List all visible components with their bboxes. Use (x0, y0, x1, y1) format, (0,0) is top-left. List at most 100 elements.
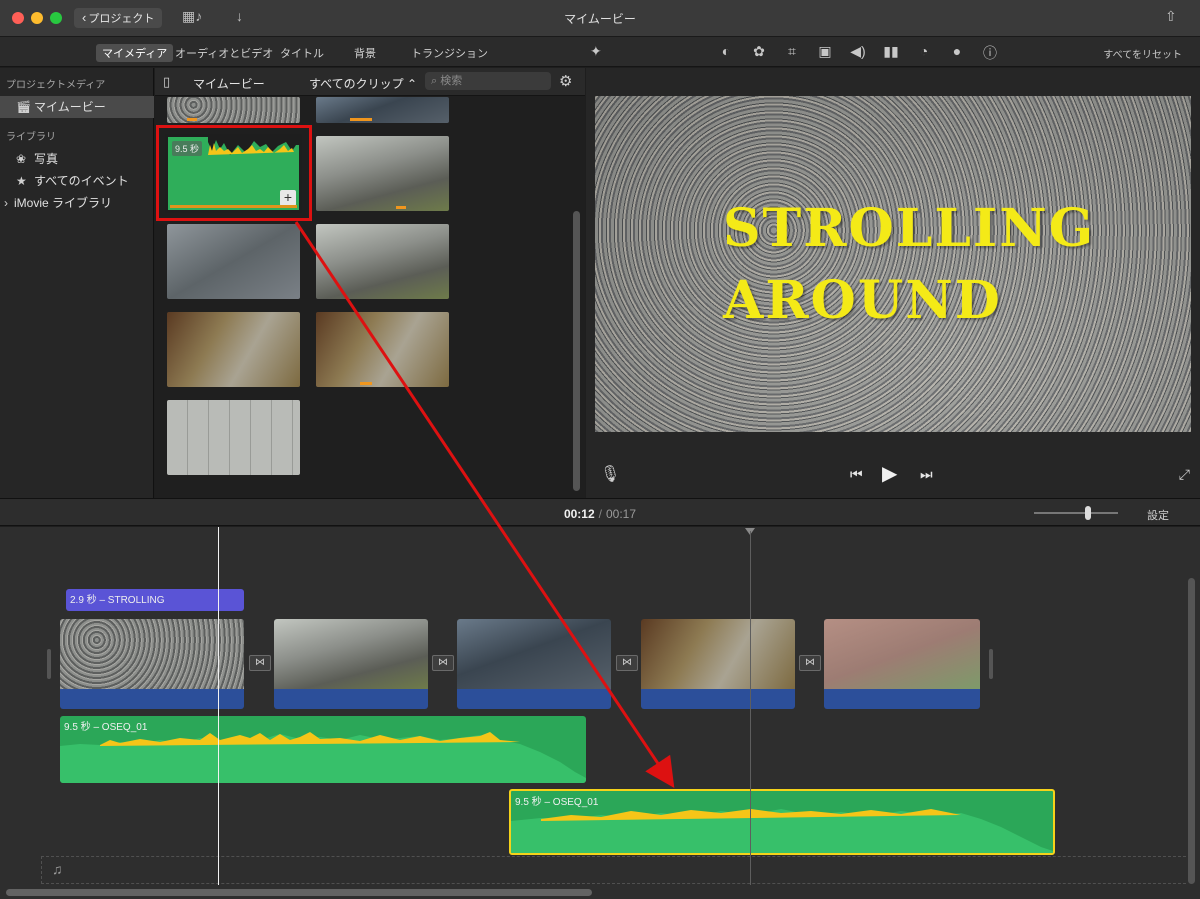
tab-my-media[interactable]: マイメディア (96, 44, 174, 62)
audio-clip-selected[interactable]: 9.5 秒 – OSEQ_01 (509, 789, 1055, 855)
highlight-box (156, 125, 312, 221)
sidebar-item-all-events[interactable]: ★ すべてのイベント (0, 170, 154, 192)
video-clip[interactable] (824, 619, 980, 709)
timeline-start-grip[interactable] (47, 649, 51, 679)
title-overlay-text: STROLLING AROUND (723, 193, 1095, 337)
crop-icon[interactable]: ⌗ (782, 43, 802, 61)
tab-audio-video[interactable]: オーディオとビデオ (175, 45, 273, 61)
star-icon: ★ (16, 174, 27, 188)
noise-reduction-icon[interactable]: ● (947, 43, 967, 61)
total-time: 00:17 (606, 507, 637, 521)
photos-icon: ❀ (16, 152, 27, 166)
audio-clip-label: 9.5 秒 – OSEQ_01 (64, 722, 148, 733)
clip-audio-bar (274, 689, 428, 709)
video-preview: STROLLING AROUND (595, 96, 1191, 432)
timeline-header: 00:12/ 00:17 設定 (0, 498, 1200, 526)
timeline-horizontal-scrollbar[interactable] (6, 889, 592, 896)
sidebar-item-label: 写真 (34, 152, 59, 166)
audio-clip[interactable]: 9.5 秒 – OSEQ_01 (60, 716, 586, 783)
library-heading: ライブラリ (6, 132, 56, 143)
color-correction-icon[interactable]: ✿ (749, 43, 769, 61)
title-line-2: AROUND (723, 270, 1002, 331)
background-music-well[interactable]: ♫ (41, 856, 1186, 884)
stabilization-icon[interactable]: ▣ (815, 43, 835, 61)
title-line-1: STROLLING (723, 198, 1096, 259)
tab-backgrounds[interactable]: 背景 (354, 45, 376, 61)
fullscreen-icon[interactable]: ⤢ (1179, 466, 1190, 483)
media-thumbnail[interactable] (316, 224, 449, 299)
transition-icon[interactable]: ⋈ (432, 655, 454, 671)
title-bar: ‹ プロジェクト ▦♪ ↓ マイムービー ⇧ (0, 0, 1200, 37)
playhead[interactable] (218, 527, 219, 885)
gear-icon[interactable]: ⚙ (559, 72, 572, 90)
info-icon[interactable]: ⓘ (980, 43, 1000, 61)
browser-title: マイムービー (193, 77, 265, 91)
video-clip[interactable] (60, 619, 244, 709)
media-thumbnail[interactable] (316, 97, 449, 123)
zoom-slider-knob[interactable] (1084, 506, 1091, 520)
volume-icon[interactable]: ◀) (848, 43, 868, 61)
video-clip[interactable] (457, 619, 611, 709)
color-balance-icon[interactable]: ◐ (716, 43, 736, 61)
tab-transitions[interactable]: トランジション (411, 45, 488, 61)
music-note-icon: ♫ (52, 861, 63, 877)
speed-icon[interactable]: ◔ (914, 43, 934, 61)
sidebar-item-label: iMovie ライブラリ (14, 196, 113, 210)
equalizer-icon[interactable]: ▮▮ (881, 43, 901, 61)
used-marker (396, 206, 406, 209)
project-media-heading: プロジェクトメディア (6, 80, 106, 91)
sidebar-item-imovie-library[interactable]: › iMovie ライブラリ (0, 192, 154, 214)
sidebar-toggle-icon[interactable]: ▯ (163, 74, 170, 90)
updown-chevron-icon: ⌃ (407, 77, 418, 91)
used-marker (187, 118, 197, 121)
transition-icon[interactable]: ⋈ (616, 655, 638, 671)
sidebar-item-my-movie[interactable]: 🎬︎ マイムービー (0, 96, 154, 118)
used-marker (350, 118, 372, 121)
sidebar-item-photos[interactable]: ❀ 写真 (0, 148, 154, 170)
used-marker (360, 382, 372, 385)
clip-filter-dropdown[interactable]: すべてのクリップ ⌃ (309, 75, 417, 92)
media-thumbnail[interactable] (167, 312, 300, 387)
video-clip[interactable] (641, 619, 795, 709)
magic-wand-icon[interactable]: ✦ (590, 43, 602, 60)
transition-icon[interactable]: ⋈ (799, 655, 821, 671)
skip-forward-icon[interactable]: ⏭︎ (920, 466, 933, 483)
sidebar-item-label: すべてのイベント (34, 174, 129, 188)
search-input[interactable]: ⌕ 検索 (425, 72, 551, 90)
viewer-panel: STROLLING AROUND 🎙︎ ⏮︎ ▶ ⏭︎ ⤢ (586, 68, 1200, 498)
media-thumbnail[interactable] (316, 312, 449, 387)
media-thumbnail[interactable] (316, 136, 449, 211)
clip-filter-label: すべてのクリップ (309, 77, 404, 91)
window-title: マイムービー (564, 12, 636, 26)
share-icon[interactable]: ⇧ (1165, 8, 1177, 25)
audio-clip-label: 9.5 秒 – OSEQ_01 (515, 797, 599, 808)
timecode: 00:12/ 00:17 (0, 507, 1200, 521)
adjustment-toolbar: ◐ ✿ ⌗ ▣ ◀) ▮▮ ◔ ● ⓘ (716, 43, 1000, 61)
video-clip[interactable] (274, 619, 428, 709)
settings-button[interactable]: 設定 (1147, 507, 1169, 523)
title-clip-label: 2.9 秒 – STROLLING (70, 595, 165, 606)
browser-header: ▯ マイムービー すべてのクリップ ⌃ ⌕ 検索 ⚙ (155, 68, 585, 96)
browser-scrollbar[interactable] (573, 211, 580, 491)
tab-titles[interactable]: タイトル (280, 45, 324, 61)
microphone-icon[interactable]: 🎙︎ (600, 464, 620, 484)
transition-icon[interactable]: ⋈ (249, 655, 271, 671)
reset-all-button[interactable]: すべてをリセット (1103, 46, 1182, 61)
browser-toolbar: マイメディア オーディオとビデオ タイトル 背景 トランジション ✦ ◐ ✿ ⌗… (0, 37, 1200, 67)
timeline-vertical-scrollbar[interactable] (1188, 578, 1195, 884)
clip-audio-bar (824, 689, 980, 709)
skip-back-icon[interactable]: ⏮︎ (850, 466, 863, 483)
skimmer-line (750, 531, 751, 885)
search-placeholder: 検索 (440, 75, 463, 87)
media-thumbnail[interactable] (167, 224, 300, 299)
media-thumbnail[interactable] (167, 97, 300, 123)
timeline-end-grip[interactable] (989, 649, 993, 679)
library-sidebar: プロジェクトメディア 🎬︎ マイムービー ライブラリ ❀ 写真 ★ すべてのイベント … (0, 68, 154, 498)
zoom-slider[interactable] (1034, 506, 1118, 520)
chevron-right-icon: › (4, 196, 8, 210)
clip-audio-bar (60, 689, 244, 709)
search-icon: ⌕ (431, 75, 438, 87)
media-thumbnail[interactable] (167, 400, 300, 475)
play-button[interactable]: ▶ (882, 461, 897, 486)
current-time: 00:12 (563, 507, 595, 521)
